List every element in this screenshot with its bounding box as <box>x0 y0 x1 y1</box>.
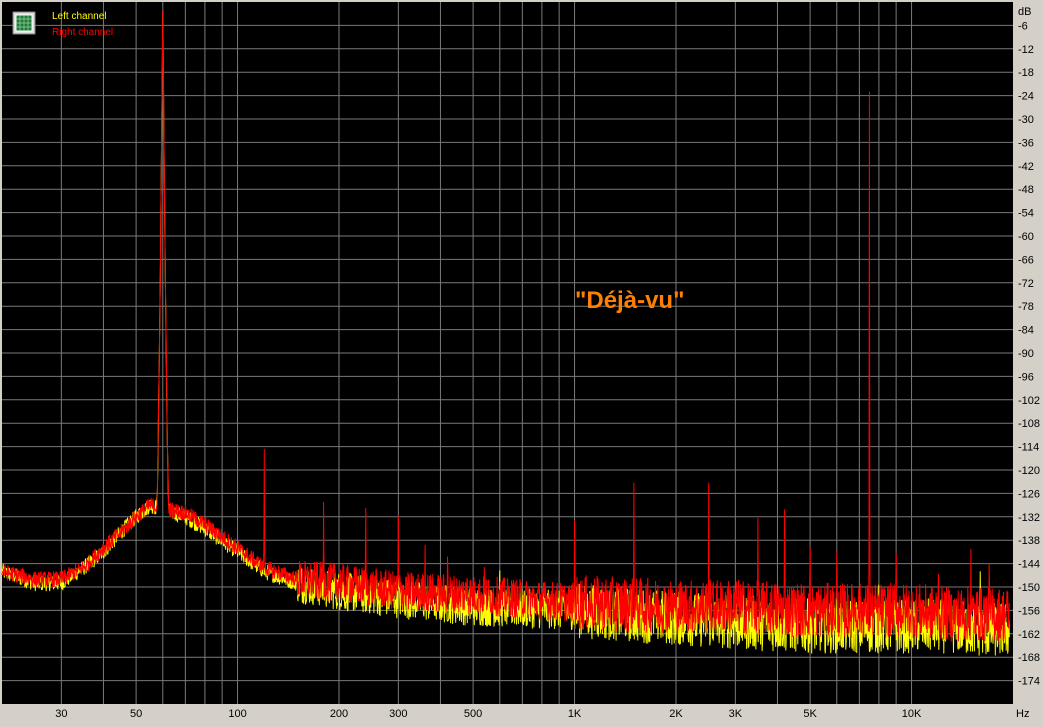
y-tick-label: -114 <box>1018 442 1039 454</box>
y-tick-label: -36 <box>1018 137 1034 149</box>
y-tick-label: -12 <box>1018 44 1034 56</box>
y-tick-label: -126 <box>1018 488 1040 500</box>
y-tick-label: -96 <box>1018 371 1034 383</box>
y-tick-label: -132 <box>1018 512 1040 524</box>
x-tick-label: 50 <box>130 708 142 720</box>
y-tick-label: -54 <box>1018 208 1034 220</box>
y-tick-label: -24 <box>1018 91 1034 103</box>
y-tick-label: -60 <box>1018 231 1034 243</box>
x-tick-label: 500 <box>464 708 482 720</box>
y-tick-label: -30 <box>1018 114 1034 126</box>
x-tick-label: 30 <box>55 708 67 720</box>
y-tick-label: -18 <box>1018 67 1034 79</box>
y-tick-label: -84 <box>1018 325 1034 337</box>
y-tick-label: -144 <box>1018 559 1040 571</box>
x-tick-label: 300 <box>389 708 407 720</box>
y-tick-label: -48 <box>1018 184 1034 196</box>
x-tick-label: 100 <box>228 708 246 720</box>
y-tick-label: -6 <box>1018 20 1028 32</box>
y-tick-label: -102 <box>1018 395 1040 407</box>
y-tick-label: -66 <box>1018 254 1034 266</box>
y-tick-label: -90 <box>1018 348 1034 360</box>
chart-window: -6 -12 -18 -24 -30 -36 -42 -48 -54 -60 -66 -72 -78 -8… <box>0 0 1043 722</box>
legend-entry-right-channel: Right channel <box>52 27 113 38</box>
x-tick-label: 5K <box>803 708 817 720</box>
y-tick-label: -78 <box>1018 301 1034 313</box>
x-unit-label: Hz <box>1016 708 1029 720</box>
y-tick-label: -168 <box>1018 652 1040 664</box>
legend-grid-icon <box>12 11 36 35</box>
y-unit-label: dB <box>1018 6 1031 18</box>
y-tick-label: -108 <box>1018 418 1040 430</box>
y-tick-label: -72 <box>1018 278 1034 290</box>
x-tick-label: 3K <box>729 708 743 720</box>
x-tick-label: 200 <box>330 708 348 720</box>
y-tick-label: -150 <box>1018 582 1040 594</box>
legend-entry-left-channel: Left channel <box>52 11 107 22</box>
y-tick-label: -162 <box>1018 629 1040 641</box>
y-tick-label: -174 <box>1018 676 1040 688</box>
x-tick-label: 1K <box>568 708 582 720</box>
y-tick-label: -120 <box>1018 465 1040 477</box>
x-tick-label: 2K <box>669 708 683 720</box>
deja-vu-annotation: "Déjà-vu" <box>575 287 684 314</box>
y-tick-label: -42 <box>1018 161 1034 173</box>
y-tick-label: -138 <box>1018 535 1040 547</box>
x-tick-label: 10K <box>902 708 922 720</box>
y-tick-label: -156 <box>1018 605 1040 617</box>
spectrum-chart: -6 -12 -18 -24 -30 -36 -42 -48 -54 -60 -66 -72 -78 -8… <box>0 0 1043 722</box>
